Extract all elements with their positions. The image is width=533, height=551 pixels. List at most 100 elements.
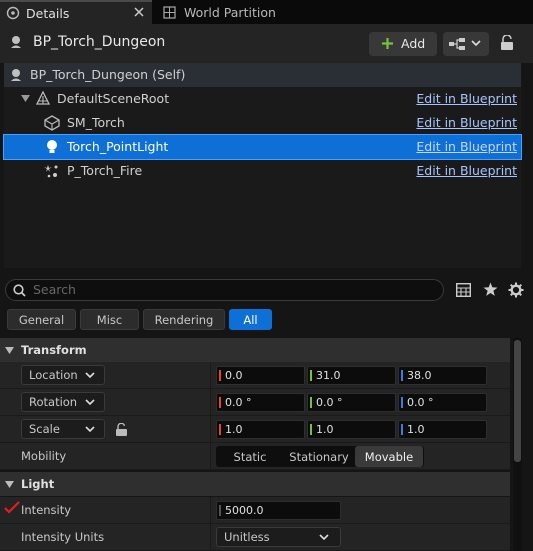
tab-world-partition[interactable]: World Partition: [157, 0, 287, 24]
section-title: Transform: [21, 343, 87, 357]
tab-world-partition-label: World Partition: [184, 4, 276, 20]
actor-icon: [8, 67, 24, 83]
scale-z-field[interactable]: 1.0: [398, 420, 487, 439]
scale-dropdown[interactable]: Scale: [21, 419, 105, 439]
rotation-label: Rotation: [29, 395, 78, 409]
location-x-value: 0.0: [225, 369, 243, 382]
location-z-value: 38.0: [407, 369, 432, 382]
section-title: Light: [21, 477, 55, 491]
column-divider[interactable]: [210, 497, 211, 551]
search-icon: [13, 284, 26, 297]
location-z-field[interactable]: 38.0: [398, 366, 487, 385]
gear-icon[interactable]: [508, 282, 524, 298]
add-component-button[interactable]: Add: [369, 32, 437, 56]
rotation-x-value: 0.0 °: [225, 396, 252, 409]
actor-icon: [8, 34, 24, 50]
tree-item-label: P_Torch_Fire: [67, 163, 143, 178]
location-dropdown[interactable]: Location: [21, 365, 105, 385]
mobility-row: Mobility Static Stationary Movable: [0, 443, 510, 470]
collapse-arrow-icon: [5, 347, 14, 354]
chevron-down-icon: [85, 372, 95, 379]
edit-in-blueprint-link[interactable]: Edit in Blueprint: [416, 163, 517, 178]
filter-rendering[interactable]: Rendering: [143, 309, 225, 330]
rotation-dropdown[interactable]: Rotation: [21, 392, 105, 412]
table-view-icon[interactable]: [456, 283, 471, 297]
search-placeholder: Search: [33, 282, 76, 297]
blueprint-hierarchy-icon: [449, 38, 465, 50]
tree-item-self[interactable]: BP_Torch_Dungeon (Self): [4, 63, 521, 87]
scale-x-field[interactable]: 1.0: [216, 420, 305, 439]
mobility-label: Mobility: [21, 449, 67, 463]
scale-z-value: 1.0: [407, 423, 425, 436]
tab-details-label: Details: [26, 5, 70, 21]
edit-in-blueprint-link[interactable]: Edit in Blueprint: [416, 115, 517, 130]
mobility-static-option[interactable]: Static: [216, 446, 284, 467]
tree-item-sm-torch[interactable]: SM_Torch Edit in Blueprint: [4, 111, 521, 135]
tab-details[interactable]: Details: [0, 0, 152, 24]
filter-all[interactable]: All: [229, 309, 272, 330]
filter-misc[interactable]: Misc: [80, 309, 139, 330]
filter-general[interactable]: General: [7, 309, 76, 330]
star-icon[interactable]: [483, 282, 498, 297]
intensity-label: Intensity: [21, 503, 72, 517]
unlock-icon[interactable]: [115, 423, 128, 437]
tree-item-label: Torch_PointLight: [67, 139, 169, 154]
point-light-icon: [45, 139, 59, 155]
chevron-down-icon: [319, 534, 329, 541]
particle-system-icon: [44, 163, 60, 179]
lock-icon[interactable]: [500, 35, 514, 51]
intensity-units-row: Intensity Units Unitless: [0, 524, 510, 551]
tree-item-label: SM_Torch: [67, 115, 125, 130]
rotation-x-field[interactable]: 0.0 °: [216, 393, 305, 412]
edit-in-blueprint-link[interactable]: Edit in Blueprint: [416, 139, 517, 154]
scale-row: Scale 1.0 1.0 1.0: [0, 416, 510, 443]
search-input[interactable]: Search: [5, 279, 444, 301]
world-partition-icon: [163, 5, 176, 19]
location-row: Location 0.0 31.0 38.0: [0, 362, 510, 389]
intensity-units-dropdown[interactable]: Unitless: [216, 527, 341, 547]
static-mesh-icon: [44, 115, 60, 131]
column-divider[interactable]: [210, 362, 211, 470]
scale-y-field[interactable]: 1.0: [307, 420, 396, 439]
actor-title: BP_Torch_Dungeon: [33, 34, 166, 50]
chevron-down-icon: [85, 426, 95, 433]
scale-y-value: 1.0: [316, 423, 334, 436]
tree-item-self-label: BP_Torch_Dungeon (Self): [30, 67, 186, 82]
blueprint-options-button[interactable]: [443, 32, 489, 56]
close-tab-icon[interactable]: [134, 7, 144, 17]
tree-item-p-torch-fire[interactable]: P_Torch_Fire Edit in Blueprint: [4, 159, 521, 183]
scene-root-icon: [35, 91, 51, 107]
chevron-down-icon: [85, 399, 95, 406]
expand-arrow-icon[interactable]: [21, 95, 30, 102]
plus-icon: [381, 37, 394, 50]
edit-in-blueprint-link[interactable]: Edit in Blueprint: [416, 91, 517, 106]
rotation-y-field[interactable]: 0.0 °: [307, 393, 396, 412]
mobility-movable-option[interactable]: Movable: [355, 446, 423, 467]
tree-item-default-scene-root[interactable]: DefaultSceneRoot Edit in Blueprint: [4, 87, 521, 111]
light-section-header[interactable]: Light: [0, 472, 510, 496]
details-tab-icon: [6, 6, 20, 20]
checkmark-annotation-icon: [4, 500, 20, 514]
scale-x-value: 1.0: [225, 423, 243, 436]
mobility-selector: Static Stationary Movable: [216, 446, 424, 467]
location-label: Location: [29, 368, 78, 382]
add-button-label: Add: [401, 36, 426, 51]
rotation-z-value: 0.0 °: [407, 396, 434, 409]
location-y-field[interactable]: 31.0: [307, 366, 396, 385]
intensity-units-label: Intensity Units: [21, 530, 105, 544]
mobility-stationary-option[interactable]: Stationary: [284, 446, 354, 467]
intensity-value: 5000.0: [225, 504, 264, 517]
rotation-y-value: 0.0 °: [316, 396, 343, 409]
tree-item-label: DefaultSceneRoot: [57, 91, 170, 106]
tree-item-torch-pointlight[interactable]: Torch_PointLight Edit in Blueprint: [3, 134, 522, 160]
location-x-field[interactable]: 0.0: [216, 366, 305, 385]
intensity-row: Intensity 5000.0: [0, 497, 510, 524]
scale-label: Scale: [29, 422, 60, 436]
chevron-down-icon: [471, 40, 481, 47]
intensity-units-value: Unitless: [224, 530, 270, 544]
intensity-field[interactable]: 5000.0: [216, 501, 341, 520]
rotation-z-field[interactable]: 0.0 °: [398, 393, 487, 412]
location-y-value: 31.0: [316, 369, 341, 382]
transform-section-header[interactable]: Transform: [0, 338, 510, 362]
details-scrollbar-thumb[interactable]: [514, 340, 521, 462]
